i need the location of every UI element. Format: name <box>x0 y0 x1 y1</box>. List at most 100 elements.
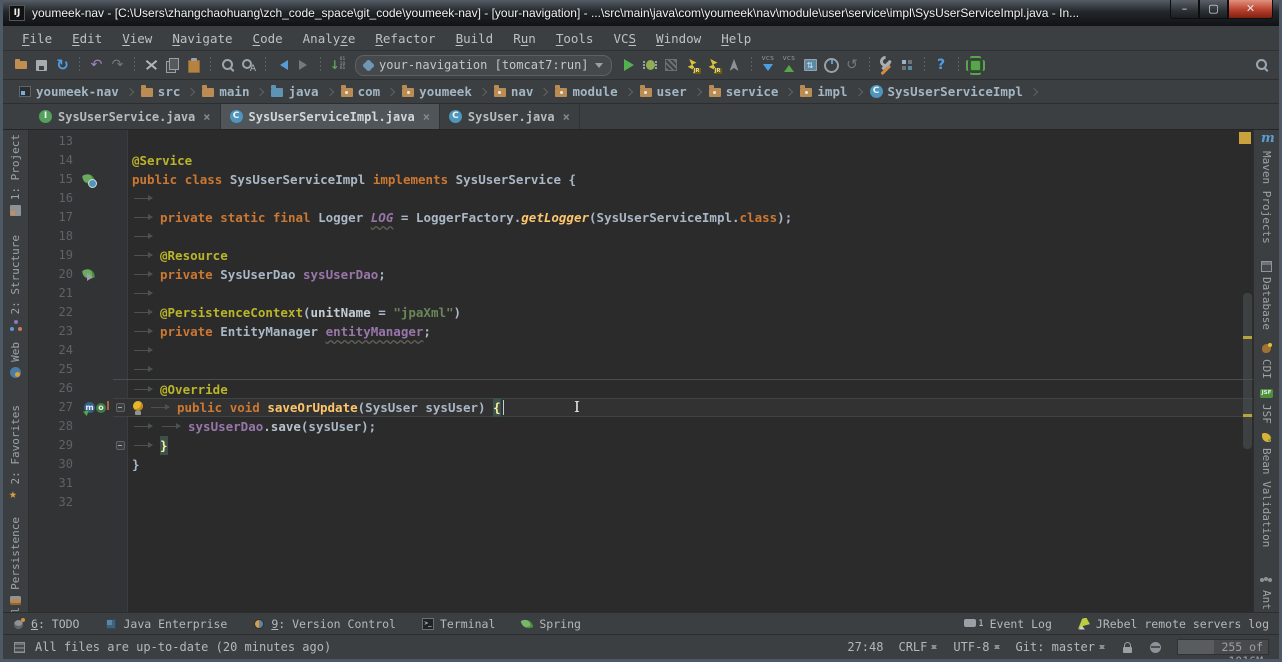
minimize-button[interactable]: – <box>1170 0 1199 19</box>
breadcrumb-item-src[interactable]: src <box>139 84 183 99</box>
tab-sysuserservice-java[interactable]: ISysUserService.java× <box>30 104 221 129</box>
tool-stripe-item-cdi[interactable]: CDI <box>1260 342 1273 379</box>
code-line-18[interactable]: 18 <box>29 227 1253 246</box>
code-text[interactable] <box>127 189 1253 208</box>
code-line-29[interactable]: 29} <box>29 436 1253 455</box>
code-line-16[interactable]: 16 <box>29 189 1253 208</box>
project-structure-icon[interactable] <box>898 56 917 74</box>
save-all-icon[interactable] <box>32 56 51 74</box>
code-text[interactable] <box>127 341 1253 360</box>
paste-icon[interactable] <box>184 56 203 74</box>
menu-item-navigate[interactable]: Navigate <box>163 29 241 48</box>
rollback-icon[interactable] <box>843 56 862 74</box>
run-icon[interactable] <box>620 56 639 74</box>
menu-item-code[interactable]: Code <box>244 29 292 48</box>
breadcrumb-item-java[interactable]: java <box>269 84 320 99</box>
vcs-changes-icon[interactable] <box>801 56 820 74</box>
breadcrumb-item-youmeek-nav[interactable]: youmeek-nav <box>17 84 121 99</box>
jrebel-debug-icon[interactable] <box>704 56 723 74</box>
back-icon[interactable] <box>273 56 292 74</box>
code-text[interactable]: private static final Logger LOG = Logger… <box>127 208 1253 227</box>
code-text[interactable]: private SysUserDao sysUserDao; <box>127 265 1253 284</box>
breadcrumb-item-main[interactable]: main <box>200 84 251 99</box>
replace-icon[interactable] <box>239 56 258 74</box>
search-icon[interactable] <box>1252 56 1271 74</box>
local-history-icon[interactable] <box>822 56 841 74</box>
code-text[interactable]: } <box>127 455 1253 474</box>
encoding-selector[interactable]: UTF-8 <box>953 640 1000 654</box>
menu-item-refactor[interactable]: Refactor <box>366 29 444 48</box>
debug-icon[interactable] <box>641 56 660 74</box>
code-line-21[interactable]: 21 <box>29 284 1253 303</box>
menu-item-vcs[interactable]: VCS <box>604 29 645 48</box>
fold-marker-end[interactable] <box>116 441 125 450</box>
menu-item-run[interactable]: Run <box>504 29 545 48</box>
editor-scrollbar[interactable] <box>1242 130 1253 612</box>
code-line-30[interactable]: 30} <box>29 455 1253 474</box>
spring-bean-icon[interactable] <box>83 174 95 186</box>
code-text[interactable]: sysUserDao.save(sysUser); <box>127 417 1253 436</box>
maximize-button[interactable]: ▢ <box>1199 0 1228 19</box>
line-separator-selector[interactable]: CRLF <box>898 640 938 654</box>
menu-item-edit[interactable]: Edit <box>63 29 111 48</box>
find-icon[interactable] <box>218 56 237 74</box>
menu-item-analyze[interactable]: Analyze <box>294 29 365 48</box>
close-tab-icon[interactable]: × <box>563 110 570 124</box>
close-tab-icon[interactable]: × <box>423 110 430 124</box>
vcs-update-icon[interactable] <box>759 56 778 74</box>
code-text[interactable] <box>127 493 1253 512</box>
open-folder-icon[interactable] <box>11 56 30 74</box>
tool-stripe-item-ant[interactable]: Ant <box>1260 573 1273 610</box>
synchronize-icon[interactable] <box>53 56 72 74</box>
warning-stripe-mark[interactable] <box>1243 414 1252 417</box>
code-line-17[interactable]: 17private static final Logger LOG = Logg… <box>29 208 1253 227</box>
code-line-32[interactable]: 32 <box>29 493 1253 512</box>
breadcrumb-item-impl[interactable]: impl <box>798 84 849 99</box>
code-line-13[interactable]: 13 <box>29 132 1253 151</box>
menu-item-help[interactable]: Help <box>712 29 760 48</box>
code-line-19[interactable]: 19@Resource <box>29 246 1253 265</box>
close-tab-icon[interactable]: × <box>203 110 210 124</box>
hector-inspections-icon[interactable] <box>1149 641 1162 654</box>
code-text[interactable]: public void saveOrUpdate(SysUser sysUser… <box>127 398 1253 417</box>
forward-icon[interactable] <box>294 56 313 74</box>
vcs-commit-icon[interactable] <box>780 56 799 74</box>
code-line-26[interactable]: 26@Override <box>29 379 1253 398</box>
menu-item-file[interactable]: File <box>13 29 61 48</box>
memory-indicator[interactable]: 255 of 1016M <box>1177 639 1269 655</box>
redo-icon[interactable] <box>108 56 127 74</box>
code-text[interactable]: @Override <box>127 379 1253 398</box>
warning-stripe-mark[interactable] <box>1243 336 1252 339</box>
undo-icon[interactable] <box>87 56 106 74</box>
override-marker-icon[interactable] <box>96 402 108 414</box>
code-text[interactable]: @PersistenceContext(unitName = "jpaXml") <box>127 303 1253 322</box>
code-line-20[interactable]: 20private SysUserDao sysUserDao; <box>29 265 1253 284</box>
breadcrumb-item-module[interactable]: module <box>553 84 619 99</box>
breadcrumb-item-youmeek[interactable]: youmeek <box>400 84 474 99</box>
tab-sysuser-java[interactable]: CSysUser.java× <box>440 104 580 129</box>
tool-stripe-item-maven-projects[interactable]: Maven Projects <box>1260 134 1273 244</box>
tool-stripe-item-database[interactable]: Database <box>1260 260 1273 330</box>
code-line-25[interactable]: 25 <box>29 360 1253 379</box>
help-icon[interactable] <box>932 56 951 74</box>
code-text[interactable] <box>127 474 1253 493</box>
menu-item-window[interactable]: Window <box>647 29 710 48</box>
readonly-lock-icon[interactable] <box>1121 641 1134 654</box>
code-text[interactable]: @Service <box>127 151 1253 170</box>
tool-stripe-item-el[interactable]: el <box>9 607 22 612</box>
fold-marker-open[interactable] <box>116 403 125 412</box>
code-line-14[interactable]: 14@Service <box>29 151 1253 170</box>
install-plugin-icon[interactable] <box>966 56 985 74</box>
code-text[interactable] <box>127 227 1253 246</box>
menu-item-tools[interactable]: Tools <box>547 29 603 48</box>
tool-stripe-item-2-favorites[interactable]: 2: Favorites <box>9 405 22 501</box>
menu-item-build[interactable]: Build <box>447 29 503 48</box>
toolwindow-jrebel-log[interactable]: JRebel remote servers log <box>1078 617 1269 631</box>
settings-icon[interactable] <box>877 56 896 74</box>
code-text[interactable]: public class SysUserServiceImpl implemen… <box>127 170 1253 189</box>
tool-stripe-item-web[interactable]: Web <box>9 342 22 379</box>
run-configuration-selector[interactable]: your-navigation [tomcat7:run] <box>355 55 612 76</box>
toolwindow-event-log[interactable]: 1 Event Log <box>964 617 1052 631</box>
code-text[interactable]: private EntityManager entityManager; <box>127 322 1253 341</box>
breadcrumb-item-nav[interactable]: nav <box>492 84 536 99</box>
